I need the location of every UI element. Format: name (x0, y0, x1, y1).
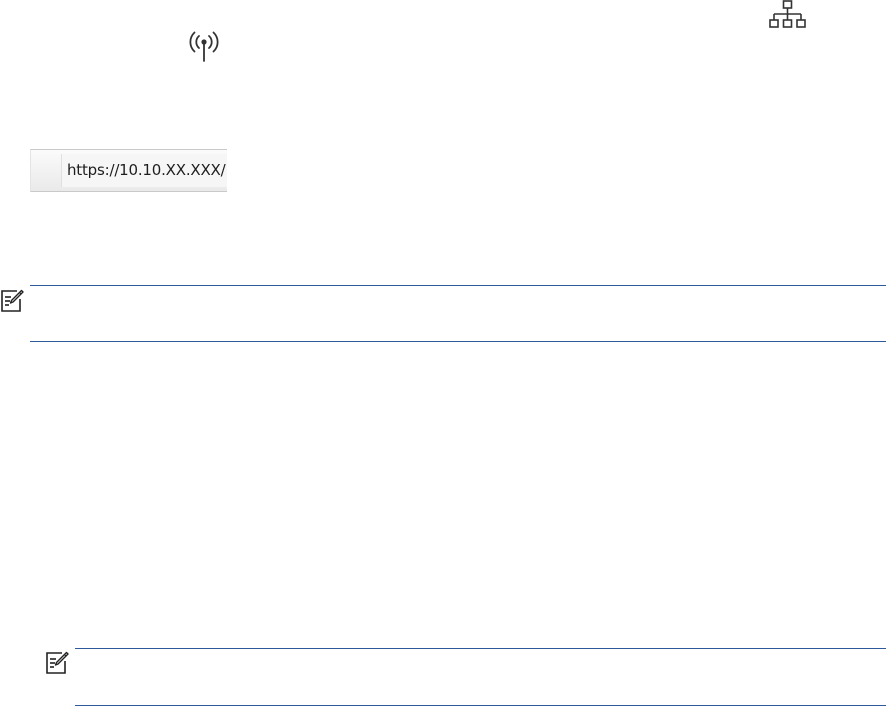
note-callout (30, 285, 886, 342)
browser-address-bar: https://10.10.XX.XXX/ (30, 149, 227, 192)
note-icon (1, 289, 24, 312)
address-url: https://10.10.XX.XXX/ (67, 161, 226, 179)
wireless-icon (189, 31, 219, 62)
note-icon (46, 651, 69, 674)
note-callout (75, 648, 886, 706)
network-icon (769, 0, 806, 28)
